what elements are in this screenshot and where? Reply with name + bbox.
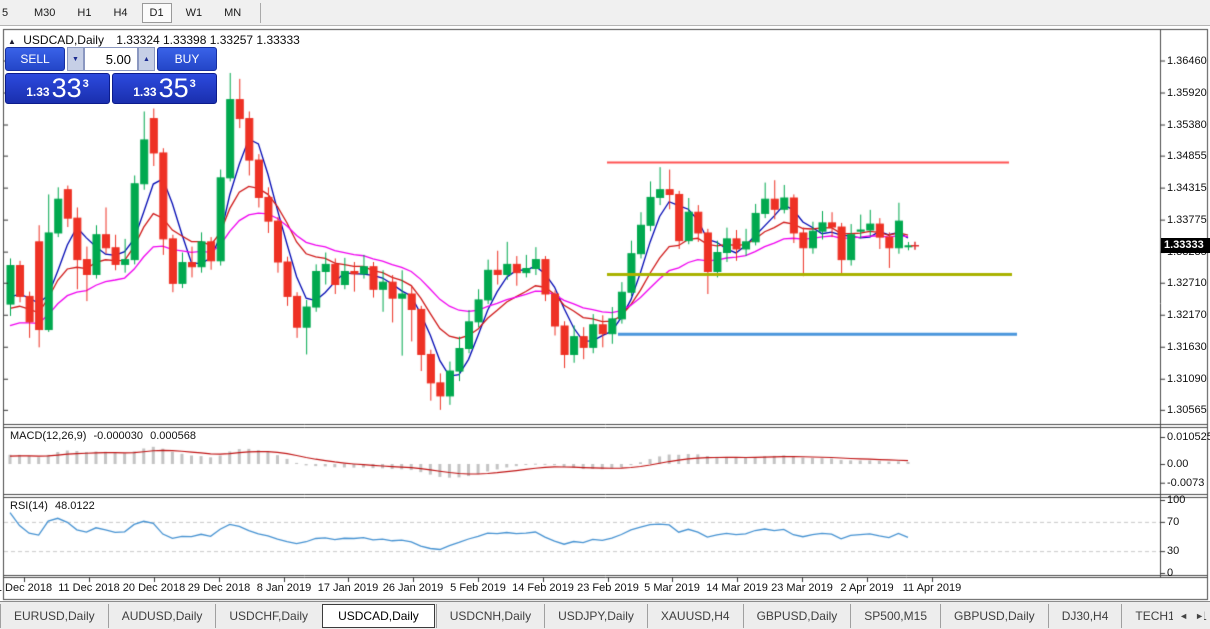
timeframe-button-h4[interactable]: H4 [105, 3, 135, 23]
collapse-chart-icon[interactable]: ▲ [8, 37, 16, 46]
rsi-indicator-label: RSI(14) 48.0122 [10, 500, 99, 512]
buy-price-display[interactable]: 1.33 35 3 [112, 73, 217, 104]
sell-price-big-digits: 33 [52, 75, 82, 102]
tab-usdcnh-daily[interactable]: USDCNH,Daily [436, 604, 544, 628]
tab-audusd-daily[interactable]: AUDUSD,Daily [108, 604, 216, 628]
sell-price-display[interactable]: 1.33 33 3 [5, 73, 110, 104]
timeframe-button-mn[interactable]: MN [216, 3, 249, 23]
macd-name: MACD(12,26,9) [10, 430, 86, 442]
tab-eurusd-daily[interactable]: EURUSD,Daily [0, 604, 108, 628]
buy-button[interactable]: BUY [157, 47, 217, 71]
sell-price-pip-digit: 3 [83, 78, 89, 90]
tab-gbpusd-daily-1[interactable]: GBPUSD,Daily [743, 604, 851, 628]
volume-decrease-button[interactable]: ▼ [67, 47, 84, 71]
scroll-tabs-right-icon[interactable]: ► [1195, 611, 1204, 621]
timeframe-button-w1[interactable]: W1 [178, 3, 211, 23]
trading-terminal-window: { "toolbar": { "timeframes": [ {"label":… [0, 0, 1210, 629]
buy-price-prefix: 1.33 [133, 85, 156, 99]
current-price-badge: 1.33333 [1161, 238, 1210, 253]
macd-value-signal: 0.000568 [150, 430, 196, 442]
sell-price-prefix: 1.33 [26, 85, 49, 99]
sell-button[interactable]: SELL [5, 47, 65, 71]
timeframe-button-m30[interactable]: M30 [26, 3, 63, 23]
tab-usdcad-daily[interactable]: USDCAD,Daily [322, 604, 435, 628]
volume-stepper: ▼ 5.00 ▲ [67, 47, 155, 71]
timeframe-toolbar: 5 M30 H1 H4 D1 W1 MN [0, 0, 1210, 26]
timeframe-button-d1[interactable]: D1 [142, 3, 172, 23]
rsi-name: RSI(14) [10, 500, 48, 512]
volume-increase-button[interactable]: ▲ [138, 47, 155, 71]
rsi-value: 48.0122 [55, 500, 95, 512]
chart-ohlc-values: 1.33324 1.33398 1.33257 1.33333 [116, 33, 300, 47]
tab-scroll-controls: ◄ ► [1173, 602, 1204, 629]
buy-price-big-digits: 35 [159, 75, 189, 102]
volume-input[interactable]: 5.00 [84, 47, 138, 71]
toolbar-separator [260, 3, 261, 23]
tab-usdjpy-daily[interactable]: USDJPY,Daily [544, 604, 647, 628]
tab-usdchf-daily[interactable]: USDCHF,Daily [215, 604, 321, 628]
buy-price-pip-digit: 3 [190, 78, 196, 90]
tab-sp500-m15[interactable]: SP500,M15 [850, 604, 940, 628]
chevron-up-icon: ▲ [143, 56, 150, 63]
timeframe-button-m15[interactable]: 5 [0, 3, 20, 23]
macd-indicator-label: MACD(12,26,9) -0.000030 0.000568 [10, 430, 200, 442]
tab-gbpusd-daily-2[interactable]: GBPUSD,Daily [940, 604, 1048, 628]
one-click-trading-panel: SELL ▼ 5.00 ▲ BUY 1.33 33 3 1.33 35 3 [5, 47, 217, 104]
chart-title: ▲ USDCAD,Daily 1.33324 1.33398 1.33257 1… [8, 33, 300, 47]
macd-value-main: -0.000030 [93, 430, 143, 442]
timeframe-button-h1[interactable]: H1 [69, 3, 99, 23]
chart-symbol-period: USDCAD,Daily [23, 33, 104, 47]
chart-tabs-bar: EURUSD,Daily AUDUSD,Daily USDCHF,Daily U… [0, 601, 1210, 629]
tab-xauusd-h4[interactable]: XAUUSD,H4 [647, 604, 743, 628]
tab-dj30-h4[interactable]: DJ30,H4 [1048, 604, 1122, 628]
chevron-down-icon: ▼ [72, 56, 79, 63]
scroll-tabs-left-icon[interactable]: ◄ [1179, 611, 1188, 621]
